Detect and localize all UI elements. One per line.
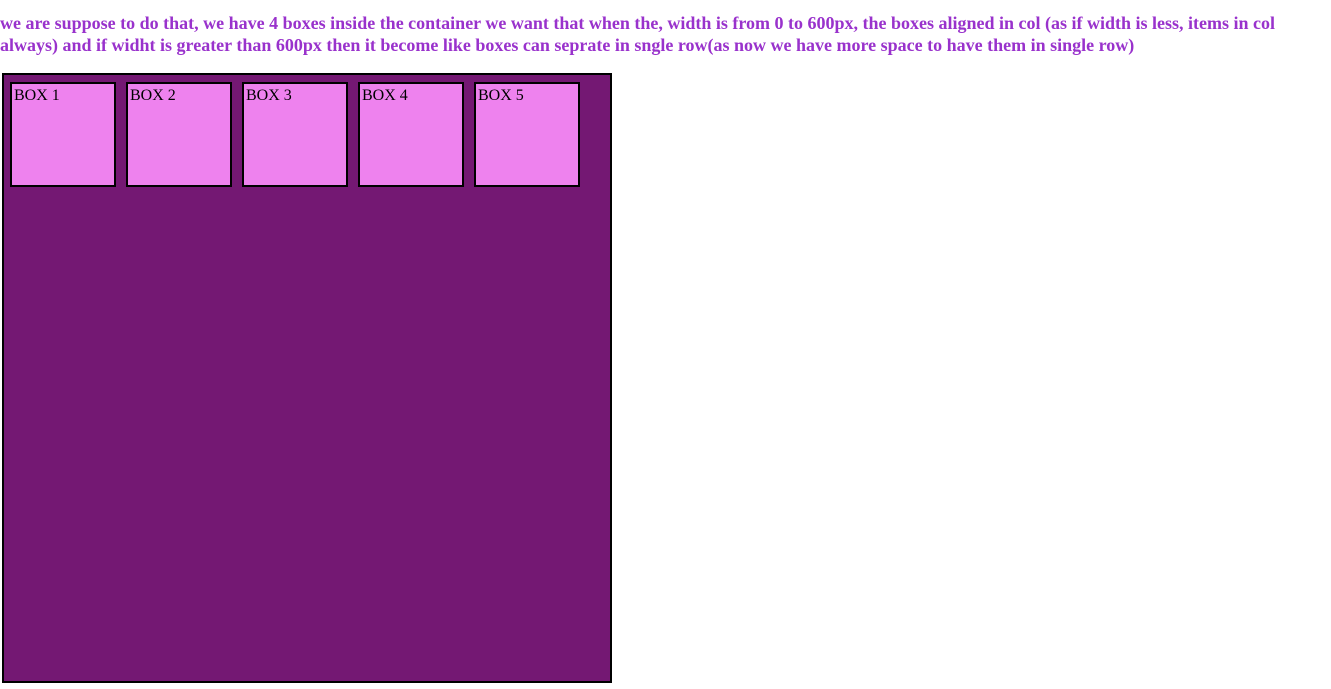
box-container: BOX 1 BOX 2 BOX 3 BOX 4 BOX 5 <box>2 73 612 683</box>
heading-line-1: we are suppose to do that, we have 4 box… <box>0 13 1276 33</box>
page-heading: we are suppose to do that, we have 4 box… <box>0 12 1331 56</box>
box-2: BOX 2 <box>126 82 232 187</box>
box-5: BOX 5 <box>474 82 580 187</box>
box-4: BOX 4 <box>358 82 464 187</box>
heading-line-2: always) and if widht is greater than 600… <box>0 35 1135 55</box>
box-3: BOX 3 <box>242 82 348 187</box>
box-1: BOX 1 <box>10 82 116 187</box>
